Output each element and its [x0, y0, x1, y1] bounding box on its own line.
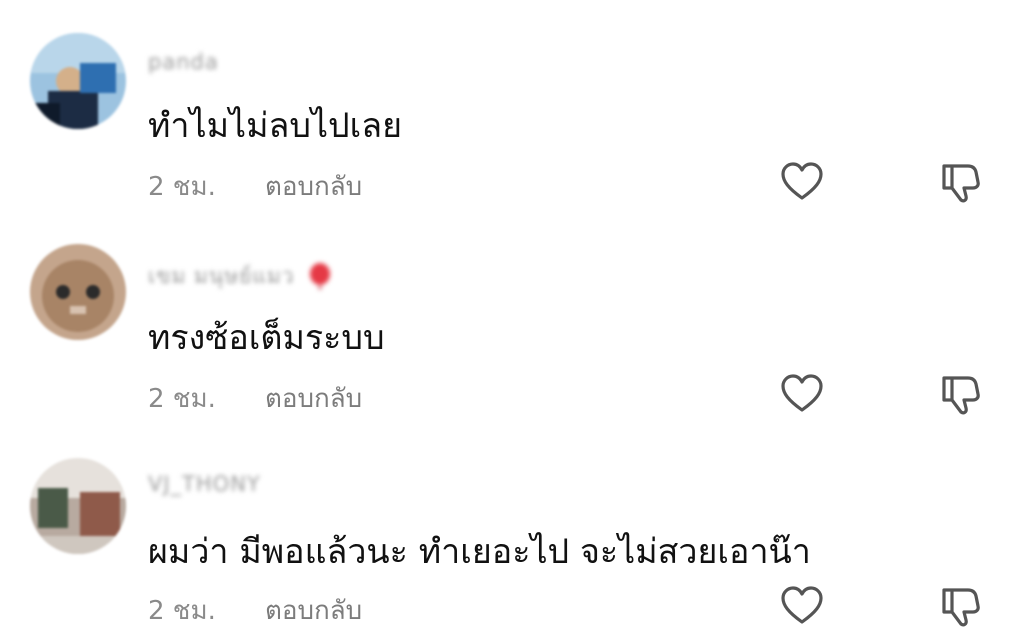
comment-time: 2 ชม. [148, 172, 216, 202]
comment-item: เขม มนุษย์แมว ทรงซ้อเต็มระบบ 2 ชม. ตอบกล… [0, 212, 1024, 422]
comment-item: VJ_THONY ผมว่า มีพอแล้วนะ ทำเยอะไป จะไม่… [0, 424, 1024, 634]
avatar[interactable] [30, 458, 126, 554]
heart-icon[interactable] [778, 370, 826, 418]
comment-username[interactable]: panda [148, 50, 219, 74]
comment-text: ผมว่า มีพอแล้วนะ ทำเยอะไป จะไม่สวยเอาน๊า [148, 532, 811, 572]
avatar[interactable] [30, 244, 126, 340]
thumbs-down-icon[interactable] [936, 370, 984, 418]
reply-button[interactable]: ตอบกลับ [265, 590, 362, 631]
comment-text: ทรงซ้อเต็มระบบ [148, 318, 385, 358]
thumbs-down-icon[interactable] [936, 158, 984, 206]
reply-button[interactable]: ตอบกลับ [265, 378, 362, 419]
reply-button[interactable]: ตอบกลับ [265, 166, 362, 207]
comment-item: panda ทำไมไม่ลบไปเลย 2 ชม. ตอบกลับ [0, 0, 1024, 210]
heart-icon[interactable] [778, 582, 826, 630]
thumbs-down-icon[interactable] [936, 582, 984, 630]
heart-icon[interactable] [778, 158, 826, 206]
comment-username[interactable]: VJ_THONY [148, 472, 261, 496]
username-text: เขม มนุษย์แมว [148, 264, 295, 288]
comment-time: 2 ชม. [148, 384, 216, 414]
comment-username[interactable]: เขม มนุษย์แมว [148, 260, 332, 293]
avatar[interactable] [30, 33, 126, 129]
balloon-icon [308, 263, 332, 291]
comment-text: ทำไมไม่ลบไปเลย [148, 106, 403, 146]
comment-time: 2 ชม. [148, 596, 216, 626]
